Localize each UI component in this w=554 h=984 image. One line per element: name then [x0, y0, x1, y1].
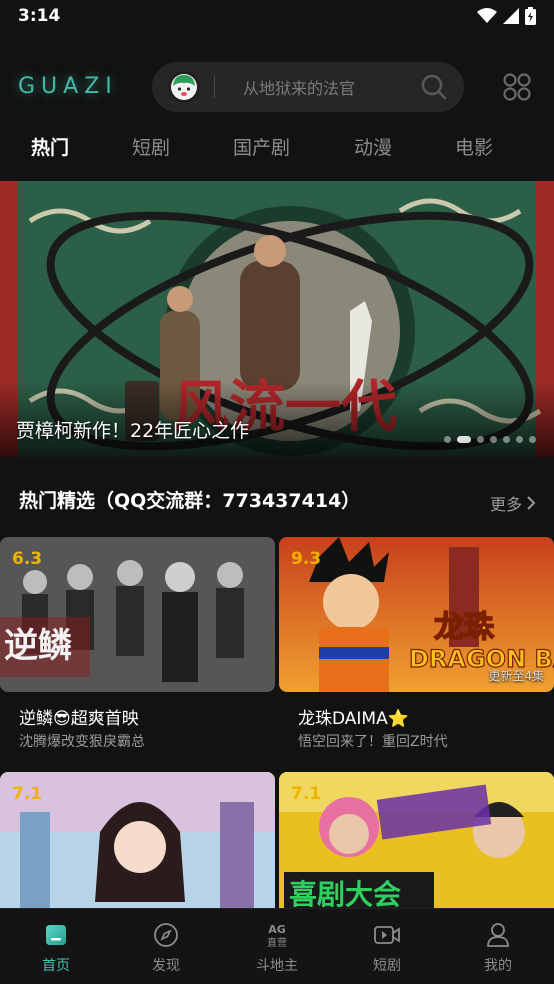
video-icon	[374, 926, 400, 944]
nav-home-label: 首页	[42, 958, 70, 974]
section-title: 热门精选（QQ交流群：773437414）	[19, 490, 361, 512]
chevron-right-icon	[527, 496, 536, 510]
banner-dot[interactable]	[503, 436, 510, 443]
card-score: 9.3	[291, 549, 322, 569]
card-thumbnail: 龙珠 DRAGON BALL 9.3 更新至4集	[279, 537, 554, 692]
svg-text:直营: 直营	[267, 936, 287, 949]
nav-profile-label: 我的	[484, 958, 512, 974]
category-tabs: 热门 短剧 国产剧 动漫 电影	[0, 133, 554, 167]
card-score: 7.1	[12, 784, 43, 804]
tab-movies[interactable]: 电影	[455, 133, 493, 160]
search-bar[interactable]: 从地狱来的法官	[152, 62, 464, 112]
banner-dot-active[interactable]	[457, 436, 471, 443]
search-avatar-icon	[168, 71, 200, 103]
card-art-title: 龙珠	[434, 610, 495, 645]
search-icon[interactable]	[404, 67, 464, 107]
nav-doudizhu-label: 斗地主	[256, 958, 298, 974]
tab-domestic-drama[interactable]: 国产剧	[233, 133, 290, 160]
banner-dot[interactable]	[490, 436, 497, 443]
banner-pagination	[444, 436, 536, 443]
more-link[interactable]: 更多	[490, 491, 536, 515]
header: GUAZI 从地狱来的法官	[0, 60, 554, 114]
content-card[interactable]: 喜剧大会 7.1	[279, 772, 554, 927]
search-divider	[214, 76, 215, 98]
tab-anime[interactable]: 动漫	[354, 133, 392, 160]
card-title: 龙珠DAIMA⭐	[298, 709, 409, 729]
card-title: 逆鳞😎超爽首映	[19, 709, 139, 729]
tab-hot[interactable]: 热门	[31, 133, 69, 160]
status-bar: 3:14	[0, 0, 554, 32]
banner-dot[interactable]	[529, 436, 536, 443]
banner-dot[interactable]	[477, 436, 484, 443]
card-subtitle: 沈腾爆改变狠戾霸总	[19, 734, 145, 750]
card-score: 7.1	[291, 784, 322, 804]
banner-caption: 贾樟柯新作！22年匠心之作	[16, 420, 250, 442]
status-icons	[477, 7, 536, 25]
bottom-nav: 首页 发现 AG 直营 斗地主 短剧 我的	[0, 908, 554, 984]
nav-profile[interactable]: 我的	[458, 921, 538, 975]
compass-icon	[154, 923, 178, 947]
svg-text:AG: AG	[268, 923, 286, 936]
more-label: 更多	[489, 495, 522, 514]
card-score: 6.3	[12, 549, 43, 569]
search-input[interactable]: 从地狱来的法官	[243, 75, 404, 99]
home-icon	[46, 925, 66, 945]
category-grid-icon[interactable]	[502, 72, 532, 102]
banner-dot[interactable]	[516, 436, 523, 443]
nav-short-drama[interactable]: 短剧	[347, 921, 427, 975]
content-card[interactable]: 7.1	[0, 772, 275, 927]
nav-short-drama-label: 短剧	[373, 958, 401, 974]
nav-doudizhu[interactable]: AG 直营 斗地主	[237, 921, 317, 975]
card-subtitle: 悟空回来了！重回Z时代	[298, 734, 448, 750]
battery-icon	[525, 7, 536, 25]
status-time: 3:14	[18, 6, 61, 26]
banner-dot[interactable]	[444, 436, 451, 443]
nav-discover-label: 发现	[152, 958, 180, 974]
content-card[interactable]: 龙珠 DRAGON BALL 9.3 更新至4集 龙珠DAIMA⭐ 悟空回来了！…	[279, 537, 554, 751]
featured-banner[interactable]: 风流一代 贾樟柯新作！22年匠心之作	[0, 181, 554, 457]
card-update-badge: 更新至4集	[488, 669, 544, 683]
ag-game-icon: AG 直营	[267, 923, 287, 949]
card-thumbnail: 逆鳞 6.3	[0, 537, 275, 692]
card-thumbnail: 7.1	[0, 772, 275, 927]
nav-discover[interactable]: 发现	[126, 921, 206, 975]
wifi-icon	[477, 8, 497, 23]
card-thumbnail: 喜剧大会 7.1	[279, 772, 554, 927]
card-art-title: 逆鳞	[4, 626, 72, 666]
nav-home[interactable]: 首页	[16, 921, 96, 975]
signal-icon	[503, 8, 519, 24]
app-logo: GUAZI	[18, 74, 118, 99]
content-card[interactable]: 逆鳞 6.3 逆鳞😎超爽首映 沈腾爆改变狠戾霸总	[0, 537, 275, 751]
card-art-title: 喜剧大会	[289, 878, 401, 911]
tab-short-drama[interactable]: 短剧	[132, 133, 170, 160]
user-icon	[487, 923, 509, 947]
